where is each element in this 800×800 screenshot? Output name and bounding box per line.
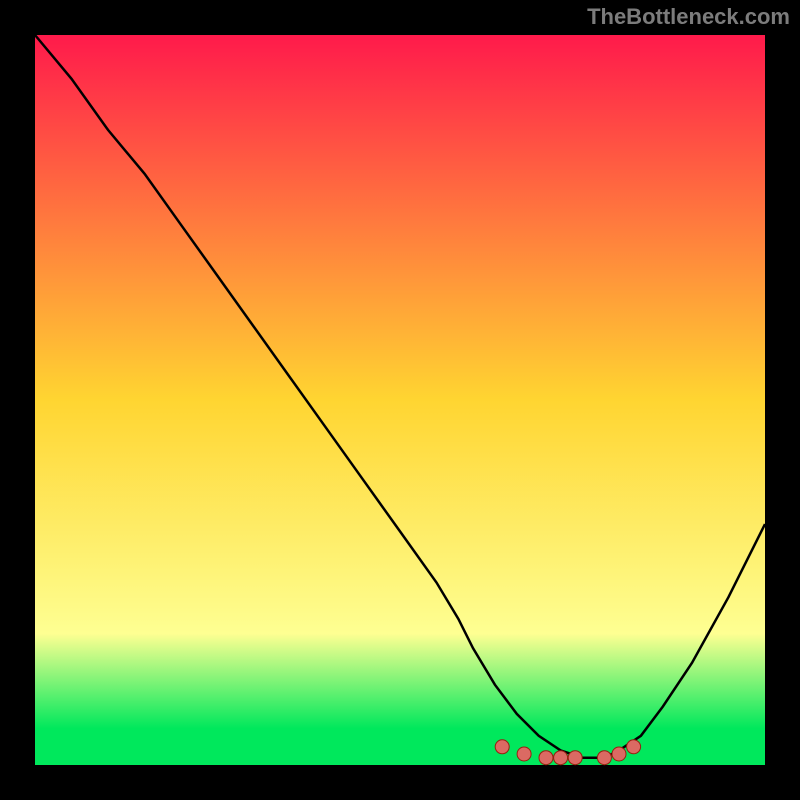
curve-marker bbox=[597, 751, 611, 765]
curve-marker bbox=[517, 747, 531, 761]
curve-marker bbox=[568, 751, 582, 765]
curve-marker bbox=[627, 740, 641, 754]
bottleneck-chart bbox=[0, 0, 800, 800]
curve-marker bbox=[495, 740, 509, 754]
curve-marker bbox=[612, 747, 626, 761]
plot-background bbox=[35, 35, 765, 765]
curve-marker bbox=[539, 751, 553, 765]
watermark-label: TheBottleneck.com bbox=[587, 4, 790, 30]
chart-container: TheBottleneck.com bbox=[0, 0, 800, 800]
curve-marker bbox=[554, 751, 568, 765]
